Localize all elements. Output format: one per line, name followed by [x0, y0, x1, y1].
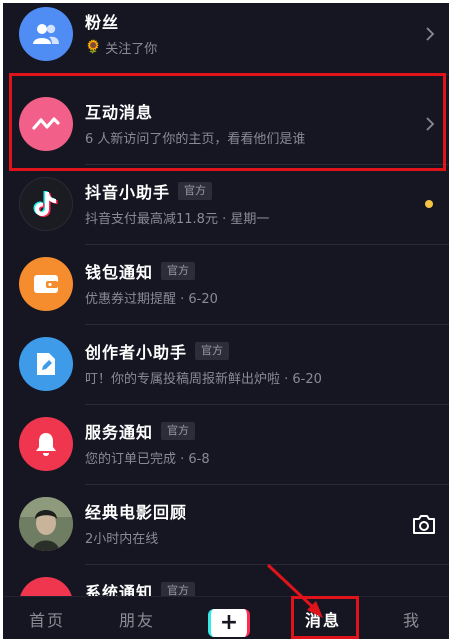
creator-avatar: [19, 337, 73, 391]
message-row-fans[interactable]: 粉丝 🌻 关注了你: [3, 3, 449, 75]
unread-dot: [425, 200, 433, 208]
official-badge: 官方: [161, 262, 196, 280]
douyin-logo-avatar: [19, 177, 73, 231]
camera-icon[interactable]: [411, 512, 437, 536]
message-row-creator-assistant[interactable]: 创作者小助手 官方 叮！你的专属投稿周报新鲜出炉啦 · 6-20: [3, 325, 449, 405]
bottom-tab-bar: 首页 朋友 + 消息 我: [3, 596, 449, 639]
message-subtitle: 叮！你的专属投稿周报新鲜出炉啦 · 6-20: [85, 372, 322, 387]
message-title: 经典电影回顾: [85, 503, 188, 522]
interactions-avatar: [19, 97, 73, 151]
chevron-right-icon: [426, 117, 435, 131]
wave-icon: [32, 117, 60, 130]
publish-button[interactable]: +: [208, 609, 250, 637]
message-title: 钱包通知: [85, 263, 154, 282]
message-row-service[interactable]: 服务通知 官方 您的订单已完成 · 6-8: [3, 405, 449, 485]
official-badge: 官方: [195, 342, 230, 360]
divider: [85, 74, 449, 75]
official-badge: 官方: [161, 422, 196, 440]
fans-avatar: [19, 7, 73, 61]
edit-document-icon: [37, 353, 55, 375]
messages-screen: 粉丝 🌻 关注了你 互动消息 6 人新访问了你的主页，看看他们是谁 抖音小助手 官方…: [3, 3, 449, 639]
bell-icon: [36, 433, 56, 456]
message-title: 粉丝: [85, 13, 120, 32]
official-badge: 官方: [178, 182, 213, 200]
message-row-interactions[interactable]: 互动消息 6 人新访问了你的主页，看看他们是谁: [3, 85, 449, 165]
tab-friends[interactable]: 朋友: [119, 607, 155, 631]
tiktok-logo-icon: [33, 191, 58, 217]
message-subtitle: 2小时内在线: [85, 532, 159, 547]
wallet-icon: [34, 275, 58, 293]
user-avatar: [19, 497, 73, 551]
tab-home[interactable]: 首页: [29, 607, 65, 631]
chevron-right-icon: [426, 27, 435, 41]
message-title: 服务通知: [85, 423, 154, 442]
message-subtitle: 关注了你: [105, 42, 158, 57]
plus-icon: +: [219, 610, 239, 635]
message-subtitle: 抖音支付最高减11.8元 · 星期一: [85, 212, 270, 227]
message-title: 互动消息: [85, 103, 154, 122]
message-subtitle: 您的订单已完成 · 6-8: [85, 452, 210, 467]
message-row-douyin-assistant[interactable]: 抖音小助手 官方 抖音支付最高减11.8元 · 星期一: [3, 165, 449, 245]
message-subtitle: 6 人新访问了你的主页，看看他们是谁: [85, 132, 306, 147]
service-avatar: [19, 417, 73, 471]
portrait-photo: [19, 497, 73, 551]
message-row-movie-review[interactable]: 经典电影回顾 2小时内在线: [3, 485, 449, 565]
message-title: 抖音小助手: [85, 183, 171, 202]
message-subtitle: 优惠券过期提醒 · 6-20: [85, 292, 218, 307]
tab-me[interactable]: 我: [403, 607, 421, 631]
sunflower-emoji: 🌻: [85, 40, 102, 55]
message-row-wallet[interactable]: 钱包通知 官方 优惠券过期提醒 · 6-20: [3, 245, 449, 325]
message-title: 创作者小助手: [85, 343, 188, 362]
tab-messages[interactable]: 消息: [305, 607, 341, 631]
people-icon: [33, 24, 59, 44]
wallet-avatar: [19, 257, 73, 311]
